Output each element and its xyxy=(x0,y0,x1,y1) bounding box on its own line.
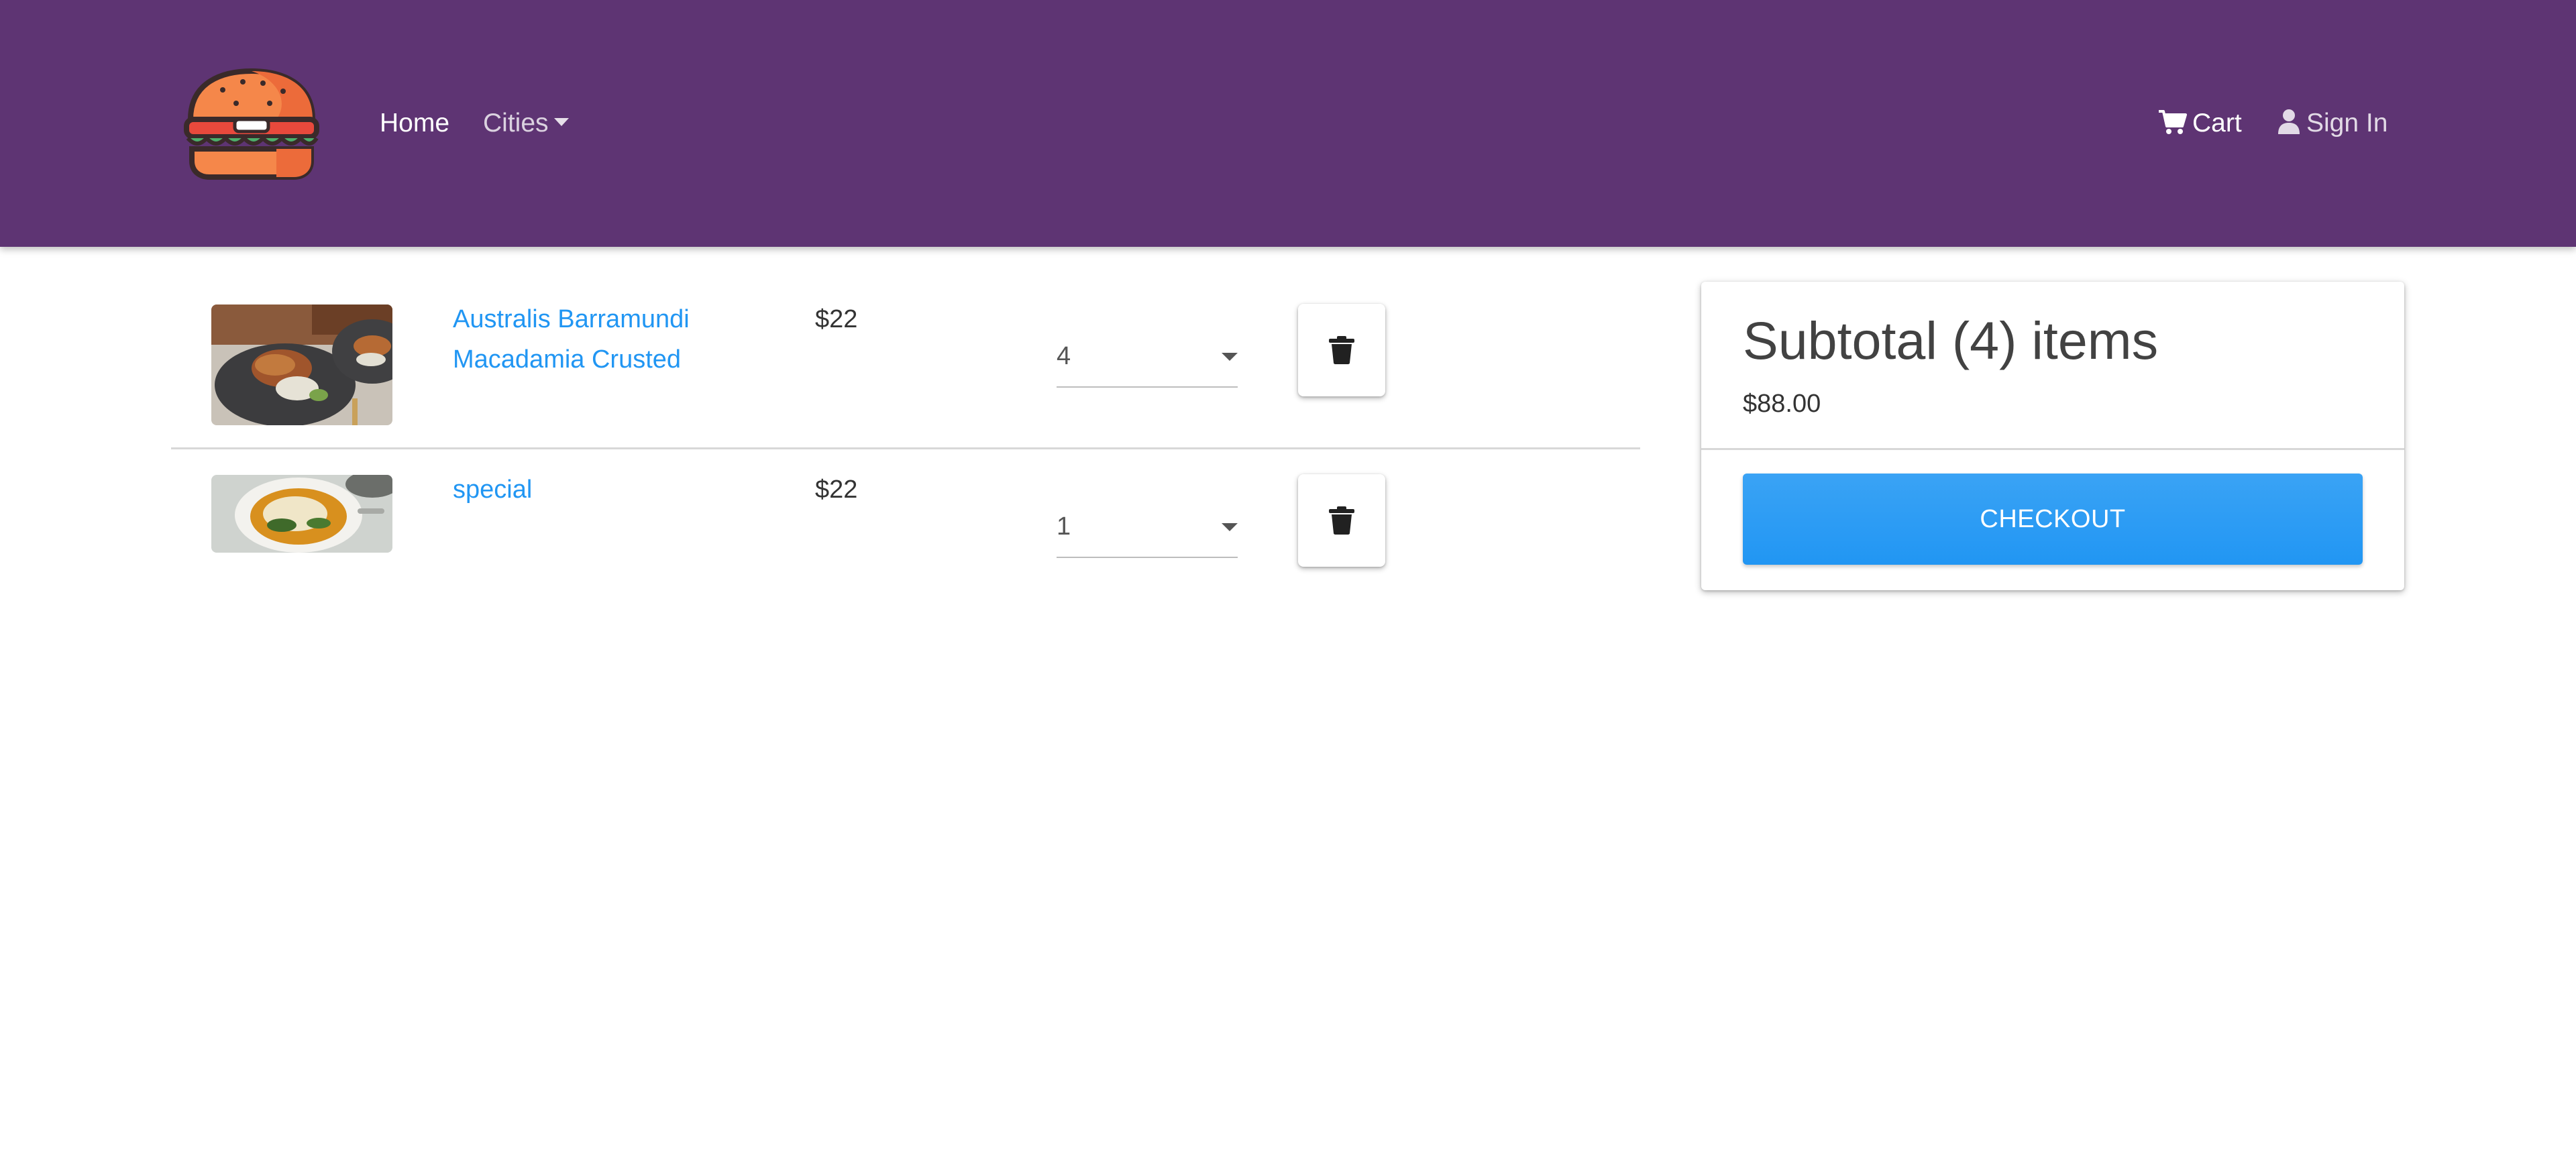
delete-item-button[interactable] xyxy=(1298,474,1385,567)
caret-down-icon xyxy=(1222,353,1238,361)
quantity-select[interactable]: 4 xyxy=(1057,334,1238,388)
trash-icon xyxy=(1329,506,1354,535)
item-thumbnail xyxy=(211,475,392,553)
top-navbar: Home Cities Cart Sign In xyxy=(0,0,2576,247)
trash-icon xyxy=(1329,336,1354,364)
item-name-link[interactable]: special xyxy=(453,469,735,510)
nav-cities-label: Cities xyxy=(483,109,549,137)
item-price: $22 xyxy=(815,476,858,504)
nav-signin-label: Sign In xyxy=(2306,109,2388,137)
nav-signin-link[interactable]: Sign In xyxy=(2277,103,2387,144)
nav-home-link[interactable]: Home xyxy=(380,103,449,144)
user-icon xyxy=(2278,109,2300,134)
fish-stew-image xyxy=(211,475,392,553)
burger-icon xyxy=(184,68,319,180)
fish-dish-image xyxy=(211,305,392,425)
nav-cart-label: Cart xyxy=(2192,109,2242,137)
nav-cities-dropdown[interactable]: Cities xyxy=(483,103,569,144)
delete-item-button[interactable] xyxy=(1298,304,1385,396)
subtotal-amount: $88.00 xyxy=(1743,390,1821,418)
checkout-button[interactable]: CHECKOUT xyxy=(1743,474,2363,565)
quantity-select[interactable]: 1 xyxy=(1057,504,1238,558)
summary-divider xyxy=(1701,448,2404,450)
order-summary-card: Subtotal (4) items $88.00 CHECKOUT xyxy=(1701,282,2404,590)
caret-down-icon xyxy=(553,117,569,126)
caret-down-icon xyxy=(1222,523,1238,531)
quantity-value: 1 xyxy=(1057,512,1071,541)
item-name-link[interactable]: Australis Barramundi Macadamia Crusted xyxy=(453,299,735,380)
item-price: $22 xyxy=(815,305,858,333)
burger-logo[interactable] xyxy=(176,67,327,182)
shopping-cart-icon xyxy=(2159,109,2187,134)
quantity-value: 4 xyxy=(1057,342,1071,370)
nav-cart-link[interactable]: Cart xyxy=(2157,103,2242,144)
item-thumbnail xyxy=(211,305,392,425)
subtotal-heading: Subtotal (4) items xyxy=(1743,311,2159,370)
